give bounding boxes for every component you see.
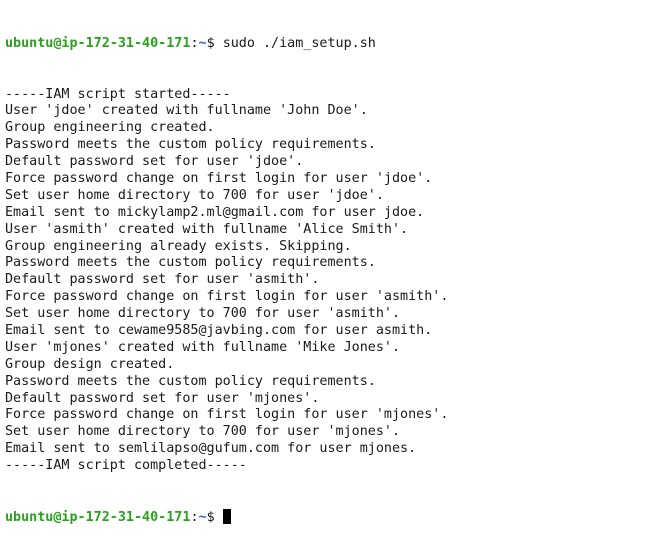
- output-line: Group design created.: [5, 356, 175, 372]
- prompt-symbol: $: [206, 509, 223, 525]
- prompt-path: ~: [198, 509, 207, 525]
- output-line: Password meets the custom policy require…: [5, 255, 376, 271]
- command-text: sudo ./iam_setup.sh: [222, 35, 376, 51]
- output-line: Group engineering created.: [5, 120, 215, 136]
- output-line: Default password set for user 'mjones'.: [5, 390, 320, 406]
- output-line: Email sent to cewame9585@javbing.com for…: [5, 322, 433, 338]
- output-line: Force password change on first login for…: [5, 407, 449, 423]
- output-line: -----IAM script started-----: [5, 86, 231, 102]
- prompt-user-host: ubuntu@ip-172-31-40-171: [5, 509, 191, 525]
- prompt-symbol: $: [206, 35, 223, 51]
- output-line: Default password set for user 'asmith'.: [5, 272, 320, 288]
- terminal-output: -----IAM script started----- User 'jdoe' …: [5, 87, 656, 475]
- command-line: ubuntu@ip-172-31-40-171:~$ sudo ./iam_se…: [5, 36, 656, 53]
- terminal-window[interactable]: ubuntu@ip-172-31-40-171:~$ sudo ./iam_se…: [0, 0, 656, 525]
- output-line: User 'jdoe' created with fullname 'John …: [5, 103, 368, 119]
- prompt-separator: :: [190, 509, 199, 525]
- output-line: Set user home directory to 700 for user …: [5, 187, 384, 203]
- output-line: Password meets the custom policy require…: [5, 373, 376, 389]
- prompt-user-host: ubuntu@ip-172-31-40-171: [5, 35, 191, 51]
- output-line: -----IAM script completed-----: [5, 458, 247, 474]
- text-cursor: [222, 508, 231, 524]
- output-line: User 'asmith' created with fullname 'Ali…: [5, 221, 409, 237]
- output-line: Default password set for user 'jdoe'.: [5, 154, 304, 170]
- output-line: Email sent to mickylamp2.ml@gmail.com fo…: [5, 204, 425, 220]
- output-line: Password meets the custom policy require…: [5, 137, 376, 153]
- output-line: Set user home directory to 700 for user …: [5, 306, 401, 322]
- output-line: User 'mjones' created with fullname 'Mik…: [5, 339, 401, 355]
- prompt-path: ~: [198, 35, 207, 51]
- output-line: Force password change on first login for…: [5, 170, 433, 186]
- active-prompt-line[interactable]: ubuntu@ip-172-31-40-171:~$: [5, 508, 656, 526]
- output-line: Group engineering already exists. Skippi…: [5, 238, 352, 254]
- prompt-separator: :: [190, 35, 199, 51]
- output-line: Set user home directory to 700 for user …: [5, 424, 401, 440]
- output-line: Email sent to semlilapso@gufum.com for u…: [5, 441, 417, 457]
- output-line: Force password change on first login for…: [5, 289, 449, 305]
